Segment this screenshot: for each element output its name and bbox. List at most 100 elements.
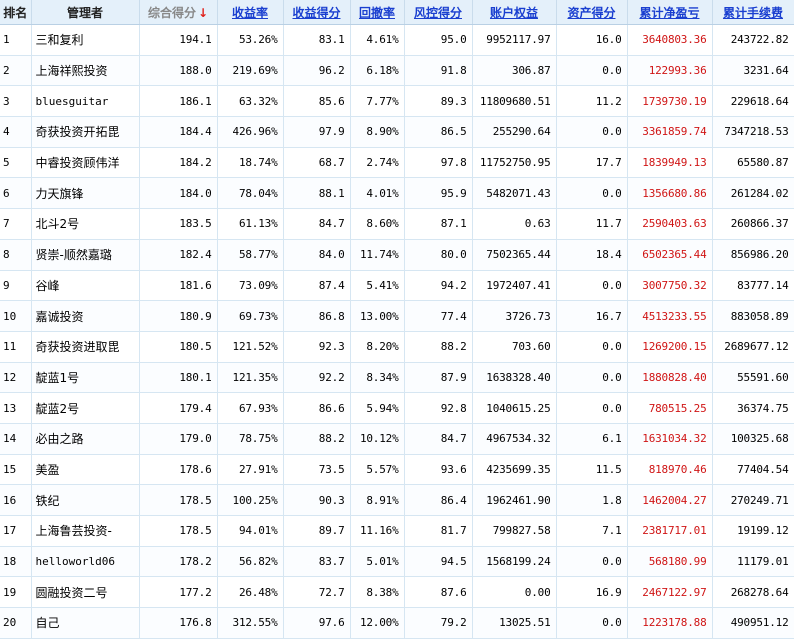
table-row: 8 贤崇-顺然嘉璐 182.4 58.77% 84.0 11.74% 80.0 7502365… [0,239,794,271]
table-row: 4 奇获投资开拓毘 184.4 426.96% 97.9 8.90% 86.5 255290.… [0,116,794,148]
column-header-return-rate[interactable]: 收益率 [217,0,284,25]
cell-asset-score: 7.1 [556,515,628,547]
cell-cum-pnl: 780515.25 [627,392,713,424]
cell-equity: 1638328.40 [472,362,557,394]
cell-return-score: 83.7 [283,546,351,578]
cell-manager: 自己 [31,607,140,639]
cell-cum-pnl: 2467122.97 [627,576,713,609]
cell-composite: 178.5 [139,484,218,516]
cell-drawdown: 13.00% [350,300,405,332]
column-header-label: 风控得分 [413,5,462,20]
cell-return-rate: 78.75% [217,423,284,455]
cell-equity: 1962461.90 [472,484,557,516]
cell-cum-pnl: 1462004.27 [627,484,713,516]
column-header-equity[interactable]: 账户权益 [472,0,557,25]
cell-equity: 255290.64 [472,116,557,148]
cell-manager: 铁纪 [31,484,140,516]
column-header-return-score[interactable]: 收益得分 [283,0,351,25]
cell-risk-score: 91.8 [404,55,473,87]
cell-cum-pnl: 1880828.40 [627,362,713,394]
cell-return-rate: 18.74% [217,147,284,179]
cell-composite: 179.0 [139,423,218,455]
cell-return-score: 97.6 [283,607,351,639]
cell-drawdown: 4.01% [350,177,405,210]
cell-equity: 13025.51 [472,607,557,639]
cell-equity: 7502365.44 [472,239,557,271]
cell-cum-fee: 260866.37 [712,208,794,240]
cell-drawdown: 11.74% [350,239,405,271]
cell-cum-fee: 2689677.12 [712,331,794,363]
cell-composite: 176.8 [139,607,218,639]
cell-return-rate: 100.25% [217,484,284,516]
cell-asset-score: 16.9 [556,576,628,609]
cell-drawdown: 10.12% [350,423,405,455]
cell-return-score: 72.7 [283,576,351,609]
cell-return-score: 86.8 [283,300,351,332]
cell-equity: 3726.73 [472,300,557,332]
cell-drawdown: 8.60% [350,208,405,240]
cell-cum-pnl: 3361859.74 [627,116,713,148]
cell-equity: 0.00 [472,576,557,609]
cell-manager: 北斗2号 [31,208,140,240]
cell-cum-fee: 229618.64 [712,85,794,118]
cell-drawdown: 8.91% [350,484,405,516]
cell-cum-fee: 100325.68 [712,423,794,455]
cell-asset-score: 0.0 [556,362,628,394]
cell-drawdown: 8.20% [350,331,405,363]
cell-asset-score: 0.0 [556,55,628,87]
cell-asset-score: 6.1 [556,423,628,455]
table-row: 19 圆融投资二号 177.2 26.48% 72.7 8.38% 87.6 0.00 16.9… [0,576,794,609]
cell-equity: 9952117.97 [472,24,557,56]
cell-asset-score: 17.7 [556,147,628,179]
cell-composite: 186.1 [139,85,218,118]
cell-manager: 奇获投资开拓毘 [31,116,140,148]
cell-return-score: 83.1 [283,24,351,56]
cell-risk-score: 87.1 [404,208,473,240]
cell-rank: 18 [0,546,32,578]
column-header-composite[interactable]: 综合得分 ↓ [139,0,218,25]
table-row: 6 力天旗锋 184.0 78.04% 88.1 4.01% 95.9 5482071.43 0… [0,177,794,210]
cell-manager: 中睿投资顾伟洋 [31,147,140,179]
cell-return-rate: 27.91% [217,454,284,486]
cell-equity: 799827.58 [472,515,557,547]
cell-composite: 184.4 [139,116,218,148]
cell-manager: 三和复利 [31,24,140,56]
cell-risk-score: 80.0 [404,239,473,271]
table-row: 1 三和复利 194.1 53.26% 83.1 4.61% 95.0 9952117.97 1… [0,24,794,56]
cell-return-score: 87.4 [283,270,351,302]
cell-cum-fee: 243722.82 [712,24,794,56]
cell-return-rate: 69.73% [217,300,284,332]
cell-return-rate: 53.26% [217,24,284,56]
cell-risk-score: 84.7 [404,423,473,455]
cell-risk-score: 94.5 [404,546,473,578]
table-row: 13 靛蓝2号 179.4 67.93% 86.6 5.94% 92.8 1040615.25… [0,392,794,424]
cell-return-score: 84.7 [283,208,351,240]
cell-drawdown: 5.57% [350,454,405,486]
cell-return-rate: 121.52% [217,331,284,363]
cell-cum-pnl: 818970.46 [627,454,713,486]
column-header-risk-score[interactable]: 风控得分 [404,0,473,25]
table-row: 16 铁纪 178.5 100.25% 90.3 8.91% 86.4 1962461.90 1… [0,484,794,516]
cell-equity: 306.87 [472,55,557,87]
cell-risk-score: 97.8 [404,147,473,179]
column-header-asset-score[interactable]: 资产得分 [556,0,628,25]
cell-return-score: 96.2 [283,55,351,87]
column-header-cum-pnl[interactable]: 累计净盈亏 [627,0,713,25]
cell-composite: 182.4 [139,239,218,271]
cell-asset-score: 18.4 [556,239,628,271]
table-row: 2 上海祥熙投资 188.0 219.69% 96.2 6.18% 91.8 306.87 0.… [0,55,794,87]
cell-composite: 180.5 [139,331,218,363]
cell-drawdown: 4.61% [350,24,405,56]
cell-equity: 703.60 [472,331,557,363]
cell-risk-score: 86.4 [404,484,473,516]
cell-return-rate: 121.35% [217,362,284,394]
column-header-drawdown[interactable]: 回撤率 [350,0,405,25]
cell-composite: 183.5 [139,208,218,240]
cell-rank: 20 [0,607,32,639]
cell-cum-pnl: 1631034.32 [627,423,713,455]
column-header-label: 收益得分 [292,5,341,20]
cell-drawdown: 8.90% [350,116,405,148]
column-header-cum-fee[interactable]: 累计手续费 [712,0,794,25]
cell-cum-fee: 261284.02 [712,177,794,210]
table-row: 11 奇获投资进取毘 180.5 121.52% 92.3 8.20% 88.2 703.60… [0,331,794,363]
